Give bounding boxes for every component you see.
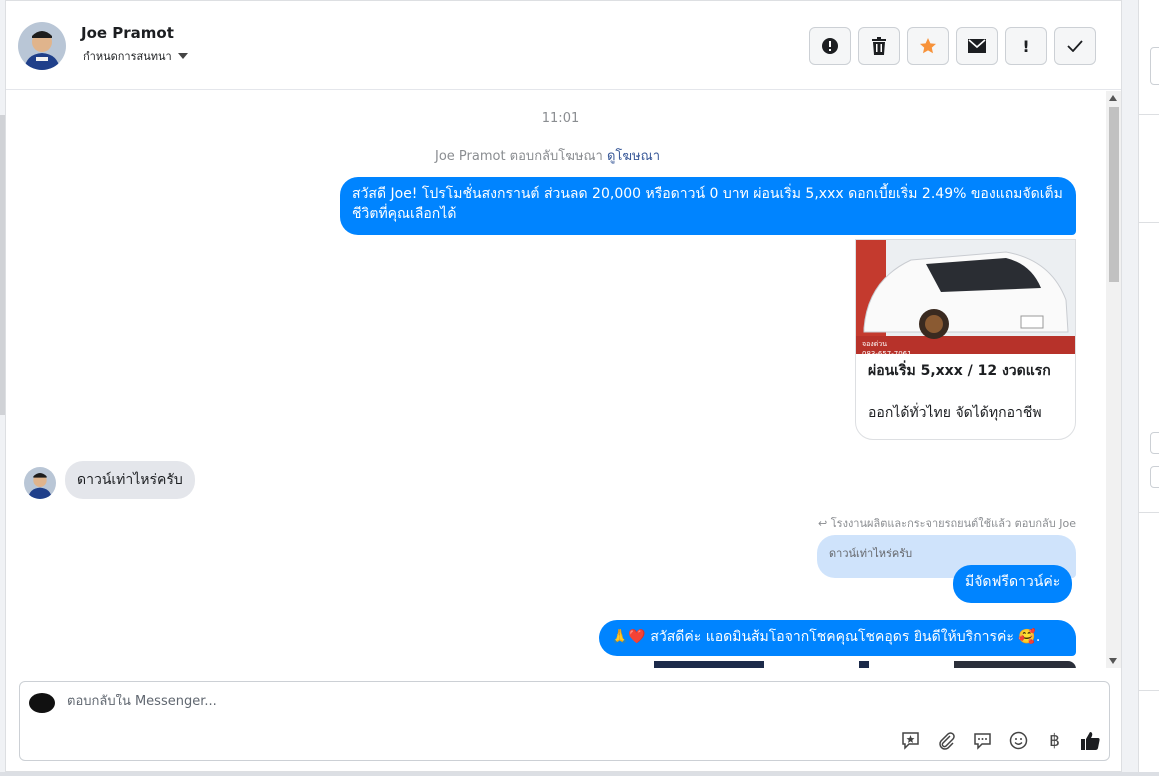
conversation-label-text: กำหนดการสนทนา xyxy=(83,50,172,63)
saved-reply-button[interactable] xyxy=(898,728,923,753)
ad-reply-note-text: Joe Pramot ตอบกลับโฆษณา xyxy=(435,149,603,164)
contact-details-panel xyxy=(1138,0,1159,776)
mark-unread-button[interactable] xyxy=(956,27,998,65)
report-spam-button[interactable] xyxy=(809,27,851,65)
side-panel-checkbox[interactable] xyxy=(1150,466,1159,488)
chevron-down-icon xyxy=(177,53,188,59)
outgoing-message-ad: สวัสดี Joe! โปรโมชั่นสงกรานต์ ส่วนลด 20,… xyxy=(340,177,1076,235)
chat-bubble-button[interactable] xyxy=(970,728,995,753)
replied-to-text: โรงงานผลิตและกระจายรถยนต์ใช้แล้ว ตอบกลับ… xyxy=(830,517,1076,530)
saved-reply-icon xyxy=(902,732,919,750)
message-timestamp: 11:01 xyxy=(541,111,580,126)
side-panel-divider xyxy=(1139,512,1159,513)
replied-to-label: ↩ โรงงานผลิตและกระจายรถยนต์ใช้แล้ว ตอบกล… xyxy=(818,514,1076,532)
ad-card[interactable]: จองด่วน 083-657-7061 ผ่อนเริ่ม 5,xxx / 1… xyxy=(855,239,1076,440)
image-attachment-preview xyxy=(634,661,1076,668)
outgoing-message-greeting: 🙏❤️ สวัสดีค่ะ แอดมินส้มโอจากโชคคุณโชคอุด… xyxy=(599,620,1076,656)
trash-icon xyxy=(872,37,886,55)
baht-icon: ฿ xyxy=(1049,730,1060,751)
conversation-actions: ! xyxy=(809,27,1096,65)
ad-card-title: ผ่อนเริ่ม 5,xxx / 12 งวดแรก xyxy=(868,363,1051,379)
inbox-page: Joe Pramot กำหนดการสนทนา ! 11:01 Joe Pra… xyxy=(0,0,1159,776)
composer-toolbar: ฿ xyxy=(898,728,1103,753)
view-ad-link[interactable]: ดูโฆษณา xyxy=(607,149,660,164)
like-button[interactable] xyxy=(1078,728,1103,753)
reply-arrow-icon: ↩ xyxy=(818,517,828,530)
conversation-label-dropdown[interactable]: กำหนดการสนทนา xyxy=(83,47,188,65)
thumbs-up-icon xyxy=(1081,732,1100,750)
scroll-up-arrow-icon[interactable] xyxy=(1109,95,1117,101)
incoming-message: ดาวน์เท่าไหร่ครับ xyxy=(65,461,195,499)
delete-button[interactable] xyxy=(858,27,900,65)
payment-button[interactable]: ฿ xyxy=(1042,728,1067,753)
message-composer: ฿ xyxy=(19,681,1110,761)
attachment-icon xyxy=(939,732,955,750)
side-panel-field[interactable] xyxy=(1150,47,1159,85)
ad-card-description: ออกได้ทั่วไทย จัดได้ทุกอาชีพ xyxy=(868,405,1042,421)
mark-done-button[interactable] xyxy=(1054,27,1096,65)
contact-name: Joe Pramot xyxy=(81,24,174,42)
conversation-header: Joe Pramot กำหนดการสนทนา ! xyxy=(6,1,1121,90)
ad-reply-note: Joe Pramot ตอบกลับโฆษณา ดูโฆษณา xyxy=(435,145,660,166)
side-panel-checkbox[interactable] xyxy=(1150,432,1159,454)
reply-input[interactable] xyxy=(67,694,867,709)
ad-car-image: จองด่วน 083-657-7061 xyxy=(856,240,1075,358)
chat-bubble-icon xyxy=(974,733,991,750)
side-panel-divider xyxy=(1139,114,1159,115)
check-icon xyxy=(1067,40,1083,52)
scroll-down-arrow-icon[interactable] xyxy=(1109,658,1117,664)
scroll-thumb[interactable] xyxy=(1109,107,1119,282)
exclamation-icon: ! xyxy=(1022,36,1030,56)
window-bottom-edge xyxy=(0,772,1159,776)
ad-image-phone: 083-657-7061 xyxy=(862,350,912,354)
page-avatar xyxy=(29,693,55,713)
thread-scrollbar[interactable] xyxy=(1106,91,1121,668)
alert-circle-icon xyxy=(822,38,838,54)
star-button[interactable] xyxy=(907,27,949,65)
conversation-panel: Joe Pramot กำหนดการสนทนา ! 11:01 Joe Pra… xyxy=(5,0,1122,772)
side-panel-divider xyxy=(1139,222,1159,223)
mail-icon xyxy=(968,39,986,53)
emoji-button[interactable] xyxy=(1006,728,1031,753)
contact-avatar[interactable] xyxy=(18,22,66,70)
emoji-icon xyxy=(1009,731,1028,750)
contact-avatar-small xyxy=(24,467,56,499)
priority-button[interactable]: ! xyxy=(1005,27,1047,65)
outgoing-message-reply: มีจัดฟรีดาวน์ค่ะ xyxy=(953,565,1073,603)
star-icon xyxy=(920,38,936,54)
message-thread: 11:01 Joe Pramot ตอบกลับโฆษณา ดูโฆษณา สว… xyxy=(6,91,1105,668)
ad-image-badge: จองด่วน xyxy=(862,340,887,348)
attachment-button[interactable] xyxy=(934,728,959,753)
side-panel-divider xyxy=(1139,690,1159,691)
